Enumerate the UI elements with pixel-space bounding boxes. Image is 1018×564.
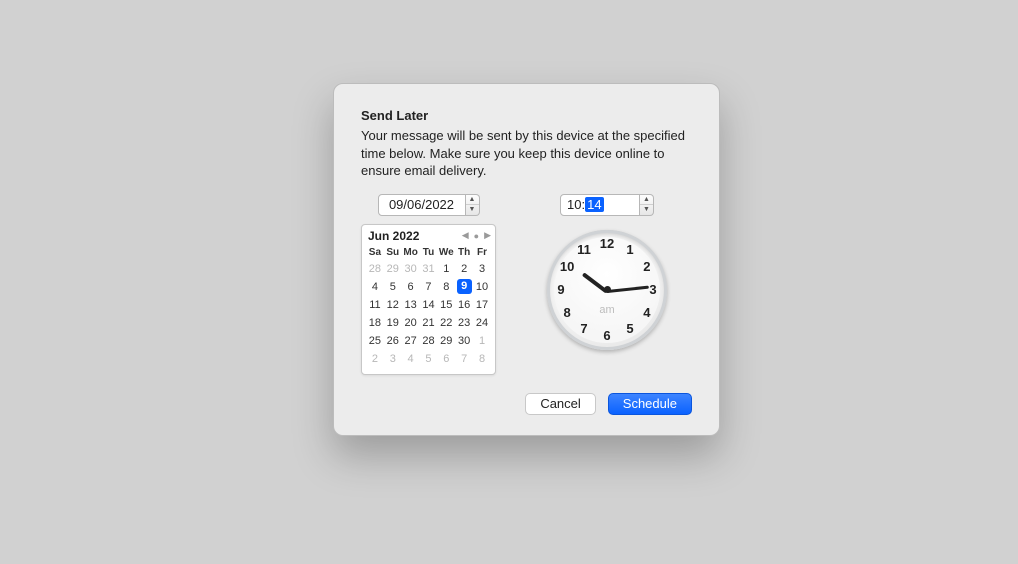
calendar-day[interactable]: 27 (402, 332, 420, 350)
calendar-day[interactable]: 26 (384, 332, 402, 350)
calendar-day[interactable]: 16 (455, 296, 473, 314)
calendar-day[interactable]: 29 (384, 260, 402, 278)
calendar-dow: Mo (402, 245, 420, 260)
clock-numeral: 3 (644, 281, 662, 299)
time-step-down-icon[interactable]: ▼ (640, 205, 653, 215)
calendar-day[interactable]: 14 (420, 296, 438, 314)
clock-numeral: 9 (552, 281, 570, 299)
calendar-day[interactable]: 1 (473, 332, 491, 350)
clock-numeral: 6 (598, 327, 616, 345)
calendar-day[interactable]: 17 (473, 296, 491, 314)
time-stepper-buttons[interactable]: ▲ ▼ (640, 194, 654, 216)
dialog-buttons: Cancel Schedule (361, 393, 692, 415)
calendar-day[interactable]: 3 (473, 260, 491, 278)
calendar-dow: Tu (420, 245, 438, 260)
clock-pivot (604, 286, 611, 293)
clock-panel: am 121234567891011 (522, 224, 692, 350)
send-later-dialog: Send Later Your message will be sent by … (333, 83, 720, 436)
cancel-button[interactable]: Cancel (525, 393, 595, 415)
calendar-day[interactable]: 18 (366, 314, 384, 332)
clock-numeral: 5 (621, 320, 639, 338)
calendar-grid: SaSuMoTuWeThFr 2829303112345678910111213… (366, 245, 491, 368)
calendar-dow: We (437, 245, 455, 260)
calendar-dow: Sa (366, 245, 384, 260)
calendar-day[interactable]: 4 (402, 350, 420, 368)
calendar-day[interactable]: 4 (366, 278, 384, 296)
clock-numeral: 7 (575, 320, 593, 338)
calendar-day[interactable]: 5 (384, 278, 402, 296)
calendar-day[interactable]: 30 (455, 332, 473, 350)
calendar-day[interactable]: 3 (384, 350, 402, 368)
calendar-day[interactable]: 2 (455, 260, 473, 278)
calendar-day[interactable]: 11 (366, 296, 384, 314)
time-stepper[interactable]: 10:14 ▲ ▼ (560, 194, 654, 216)
calendar-day[interactable]: 31 (420, 260, 438, 278)
calendar-day[interactable]: 8 (437, 278, 455, 296)
date-step-down-icon[interactable]: ▼ (466, 205, 479, 215)
calendar[interactable]: Jun 2022 ◀ ● ▶ SaSuMoTuWeThFr 2829303112… (361, 224, 496, 375)
calendar-day[interactable]: 2 (366, 350, 384, 368)
clock-numeral: 12 (598, 235, 616, 253)
calendar-header: Jun 2022 ◀ ● ▶ (366, 229, 491, 245)
calendar-day[interactable]: 21 (420, 314, 438, 332)
calendar-day[interactable]: 12 (384, 296, 402, 314)
calendar-day[interactable]: 13 (402, 296, 420, 314)
calendar-day[interactable]: 10 (473, 278, 491, 296)
clock-numeral: 8 (558, 304, 576, 322)
calendar-nav: ◀ ● ▶ (462, 230, 491, 241)
calendar-dow: Th (455, 245, 473, 260)
time-input[interactable]: 10:14 (560, 194, 640, 216)
calendar-day[interactable]: 29 (437, 332, 455, 350)
clock-numeral: 4 (638, 304, 656, 322)
calendar-day[interactable]: 25 (366, 332, 384, 350)
calendar-next-icon[interactable]: ▶ (484, 230, 491, 241)
calendar-day[interactable]: 23 (455, 314, 473, 332)
calendar-day[interactable]: 28 (420, 332, 438, 350)
calendar-day[interactable]: 15 (437, 296, 455, 314)
time-hour: 10 (567, 197, 581, 212)
datetime-fields: 09/06/2022 ▲ ▼ 10:14 ▲ ▼ (361, 194, 692, 216)
calendar-day[interactable]: 20 (402, 314, 420, 332)
analog-clock[interactable]: am 121234567891011 (547, 230, 667, 350)
schedule-button[interactable]: Schedule (608, 393, 692, 415)
clock-numeral: 11 (575, 241, 593, 259)
dialog-description: Your message will be sent by this device… (361, 127, 692, 180)
calendar-day[interactable]: 28 (366, 260, 384, 278)
time-step-up-icon[interactable]: ▲ (640, 195, 653, 206)
clock-minute-hand[interactable] (607, 285, 649, 292)
calendar-day[interactable]: 30 (402, 260, 420, 278)
picker-panels: Jun 2022 ◀ ● ▶ SaSuMoTuWeThFr 2829303112… (361, 224, 692, 375)
calendar-day[interactable]: 19 (384, 314, 402, 332)
dialog-title: Send Later (361, 108, 692, 123)
calendar-dow: Fr (473, 245, 491, 260)
calendar-dow: Su (384, 245, 402, 260)
clock-numeral: 10 (558, 258, 576, 276)
calendar-day[interactable]: 6 (402, 278, 420, 296)
calendar-day[interactable]: 7 (420, 278, 438, 296)
date-step-up-icon[interactable]: ▲ (466, 195, 479, 206)
calendar-day[interactable]: 6 (437, 350, 455, 368)
calendar-month-label: Jun 2022 (368, 229, 419, 243)
calendar-day[interactable]: 9 (455, 278, 473, 296)
calendar-today-icon[interactable]: ● (474, 231, 479, 241)
date-stepper[interactable]: 09/06/2022 ▲ ▼ (378, 194, 480, 216)
calendar-day[interactable]: 8 (473, 350, 491, 368)
time-minute-selected: 14 (585, 197, 603, 212)
calendar-prev-icon[interactable]: ◀ (462, 230, 469, 241)
clock-numeral: 1 (621, 241, 639, 259)
calendar-day[interactable]: 5 (420, 350, 438, 368)
calendar-day[interactable]: 22 (437, 314, 455, 332)
date-stepper-buttons[interactable]: ▲ ▼ (466, 194, 480, 216)
date-input[interactable]: 09/06/2022 (378, 194, 466, 216)
calendar-day[interactable]: 7 (455, 350, 473, 368)
clock-numeral: 2 (638, 258, 656, 276)
calendar-day[interactable]: 1 (437, 260, 455, 278)
calendar-day[interactable]: 24 (473, 314, 491, 332)
